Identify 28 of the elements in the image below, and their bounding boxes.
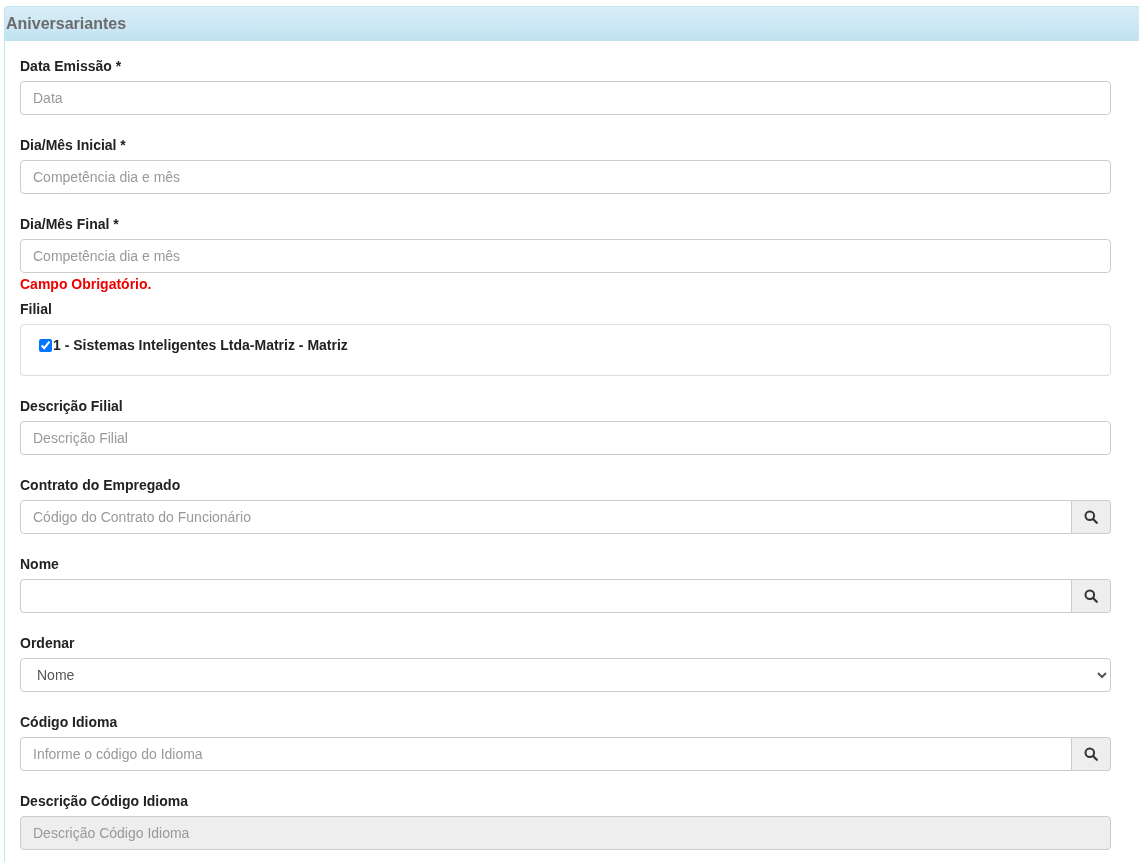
search-button[interactable] <box>1072 500 1111 534</box>
field-label: Descrição Código Idioma <box>20 792 190 811</box>
input-field[interactable] <box>20 579 1072 613</box>
field-label: Contrato do Empregado <box>20 476 182 495</box>
order-dropdown[interactable]: Nome <box>20 658 1111 692</box>
search-icon <box>1084 510 1098 524</box>
input-field[interactable]: Data <box>20 81 1111 115</box>
field-label: Ordenar <box>20 634 76 653</box>
panel-title: Aniversariantes <box>6 15 127 33</box>
input-field[interactable]: Código do Contrato do Funcionário <box>20 500 1072 534</box>
field-label: Código Idioma <box>20 713 119 732</box>
checkbox-label[interactable]: 1 - Sistemas Inteligentes Ltda-Matriz - Matriz <box>53 337 348 353</box>
input-field[interactable]: Competência dia e mês <box>20 160 1111 194</box>
field-label: Filial <box>20 300 53 319</box>
search-button[interactable] <box>1072 737 1111 771</box>
search-button[interactable] <box>1072 579 1111 613</box>
input-field[interactable]: Descrição Filial <box>20 421 1111 455</box>
search-icon <box>1084 589 1098 603</box>
field-label: Dia/Mês Inicial * <box>20 136 127 155</box>
input-field[interactable]: Informe o código do Idioma <box>20 737 1072 771</box>
error-message: Campo Obrigatório. <box>20 275 153 294</box>
search-icon <box>1084 747 1098 761</box>
field-label: Data Emissão * <box>20 57 123 76</box>
input-field[interactable]: Competência dia e mês <box>20 239 1111 273</box>
field-label: Nome <box>20 555 60 574</box>
checkbox[interactable] <box>39 338 52 352</box>
field-label: Dia/Mês Final * <box>20 215 120 234</box>
field-label: Descrição Filial <box>20 397 124 416</box>
